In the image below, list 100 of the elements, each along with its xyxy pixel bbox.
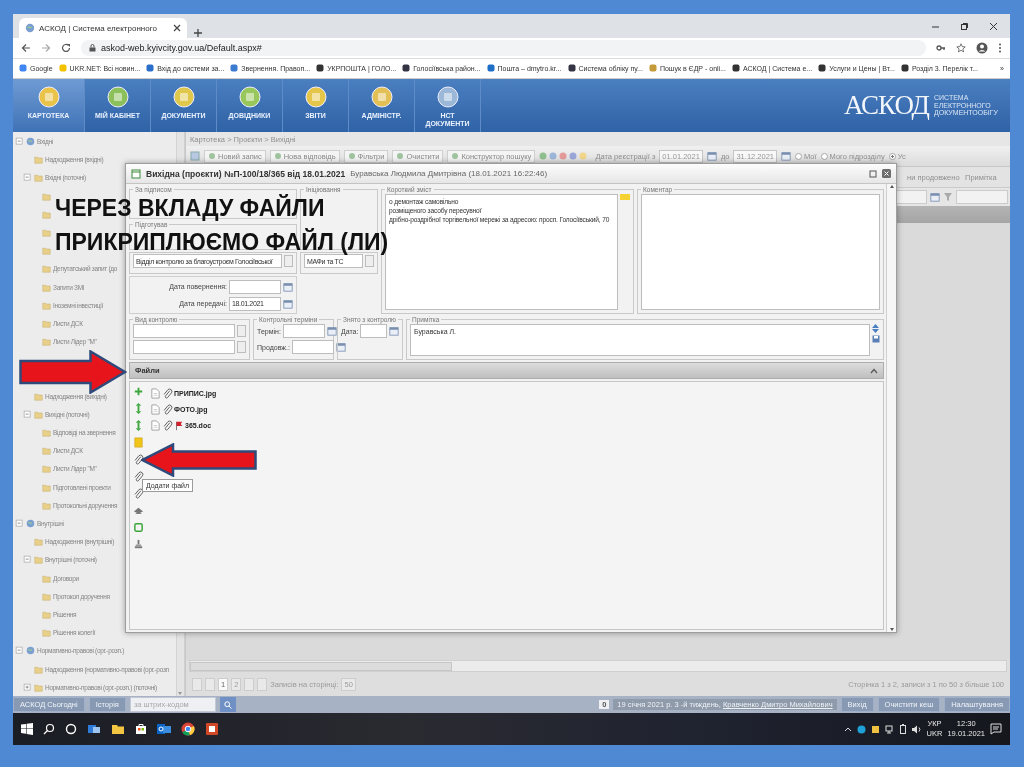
nav-icon [369,84,394,109]
bookmark-icon [818,64,827,73]
browse-button[interactable] [237,341,246,353]
collapse-icon[interactable] [23,555,32,565]
nav-icon [105,84,130,109]
close-icon[interactable] [882,169,891,178]
forward-icon[interactable] [41,42,51,53]
document-icon [150,388,161,399]
globe-icon [26,646,35,656]
bookmark-icon [900,64,909,73]
bookmark-icon [146,64,155,73]
nav-icon [435,84,460,109]
presentation-app-icon[interactable] [205,722,219,737]
browse-button[interactable] [237,325,246,337]
filter-field[interactable] [956,190,1008,205]
bookmark-icon [230,64,239,73]
profile-icon[interactable] [976,41,988,54]
nav-icon [36,84,61,109]
folder-app-icon[interactable] [111,723,125,736]
browser-app-icon[interactable] [181,722,195,737]
bookmark-icon [402,64,411,73]
bookmark-icon [648,64,657,73]
close-icon[interactable] [989,21,998,31]
star-icon[interactable] [956,42,966,53]
logo-text: АСКОД [843,90,929,122]
bookmark-icon [567,64,576,73]
collapse-icon[interactable] [15,519,24,528]
store-icon[interactable] [135,723,147,736]
battery-icon[interactable] [899,724,906,735]
lock-icon [89,43,96,52]
caret-up-icon[interactable] [870,367,878,374]
nav-icon [303,84,328,109]
nav-icon [171,84,196,109]
calendar-icon[interactable] [389,326,399,336]
network-icon[interactable] [884,724,895,734]
stamp-icon[interactable] [132,539,144,550]
text-field[interactable] [133,340,235,354]
calendar-icon[interactable] [326,326,337,336]
nav-icon [237,84,262,109]
paperclip-icon[interactable] [132,454,144,465]
paperclip-icon [162,404,173,415]
menu-icon[interactable] [998,42,1002,53]
reload-icon[interactable] [61,42,71,53]
task-view-icon[interactable] [87,723,101,736]
start-icon[interactable] [21,723,33,736]
button-icon [451,152,460,161]
text-field[interactable] [229,279,281,294]
search-icon[interactable] [43,723,55,736]
text-field[interactable] [360,324,387,338]
globe-icon [26,137,35,147]
spinner-icon[interactable] [872,324,879,333]
save-icon[interactable] [872,335,880,343]
document-icon [150,420,161,431]
scroll-down-icon [177,690,183,697]
new-tab-icon[interactable] [193,28,203,38]
bookmark-icon [58,64,67,73]
browser-tab[interactable]: АСКОД | Система електронного [19,18,187,38]
close-icon[interactable] [173,24,181,32]
browse-button[interactable] [365,255,374,267]
calendar-icon[interactable] [930,192,940,203]
key-icon[interactable] [936,42,946,53]
frame-icon[interactable] [132,522,144,533]
text-field[interactable] [282,324,325,338]
scrollbar[interactable] [886,184,896,632]
bookmark-icon [732,64,740,73]
folder-icon[interactable] [132,437,144,448]
maximize-icon[interactable] [869,169,877,178]
mail-app-icon[interactable] [157,723,171,736]
collapse-icon[interactable] [23,173,32,183]
button-icon [273,152,282,161]
calendar-icon[interactable] [706,151,717,162]
browse-button[interactable] [284,255,293,267]
expand-icon[interactable] [23,682,32,692]
scrollbar[interactable] [189,660,1007,673]
paperclip-icon[interactable] [132,488,144,499]
search-button[interactable] [219,697,236,713]
bookmark-icon [486,64,495,73]
filter-icon[interactable] [943,192,953,203]
text-field[interactable] [291,340,334,354]
collapse-icon[interactable] [23,409,32,419]
text-field[interactable] [133,324,235,338]
calendar-icon[interactable] [283,281,293,292]
calendar-icon[interactable] [781,151,791,162]
volume-icon[interactable] [910,724,922,734]
paperclip-icon[interactable] [132,471,144,482]
bookmark-icon [19,64,27,73]
back-icon[interactable] [21,42,31,53]
plus-icon[interactable] [132,386,144,397]
collapse-icon[interactable] [15,137,24,147]
address-field[interactable]: askod-web.kyivcity.gov.ua/Default.aspx# [81,39,926,56]
globe-icon [26,519,35,528]
calendar-icon[interactable] [283,298,293,309]
cortana-icon[interactable] [65,723,77,736]
collapse-icon[interactable] [15,646,24,656]
button-icon [396,152,405,161]
chevron-up-icon[interactable] [843,726,852,733]
paperclip-icon [162,420,173,431]
calendar-icon[interactable] [335,342,346,352]
restore-icon[interactable] [960,21,969,31]
notification-icon[interactable] [990,723,1002,736]
